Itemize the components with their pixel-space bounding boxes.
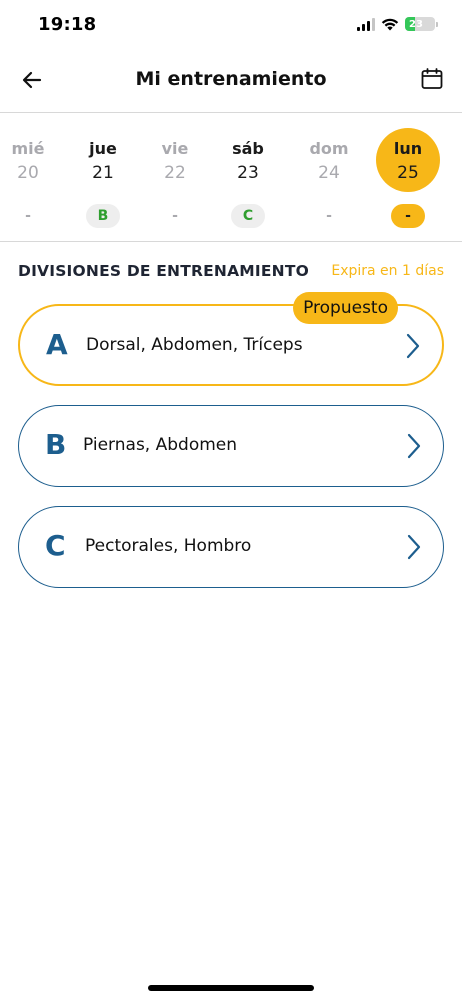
day-division-tag: - [172,208,178,224]
division-letter: A [46,328,68,361]
chevron-right-icon [406,333,420,359]
chevron-right-icon [407,433,421,459]
day-division-tag: - [326,208,332,224]
days-divider [0,241,462,242]
day-item[interactable]: sáb 23 C [218,128,278,228]
day-number: 22 [164,163,186,183]
calendar-icon [421,68,443,89]
day-item[interactable]: dom 24 - [299,128,359,224]
day-division-tag: - [25,208,31,224]
chevron-right-icon [407,534,421,560]
section-title: DIVISIONES DE ENTRENAMIENTO [18,262,309,280]
header-divider [0,112,462,113]
day-name: lun [393,139,423,158]
division-label: Dorsal, Abdomen, Tríceps [86,335,303,355]
status-icons: 23 [357,17,438,31]
proposed-badge: Propuesto [293,292,398,324]
day-number: 25 [397,163,419,183]
division-label: Piernas, Abdomen [83,435,238,455]
division-label: Pectorales, Hombro [85,536,252,556]
day-name: mié [11,139,45,158]
cellular-signal-icon [357,17,375,31]
battery-icon: 23 [405,17,438,31]
wifi-icon [381,18,399,31]
division-card-a[interactable]: Propuesto A Dorsal, Abdomen, Tríceps [18,292,444,386]
day-division-tag: B [86,204,120,228]
day-selector: mié 20 - jue 21 B vie 22 - sáb 23 C dom … [0,128,462,232]
division-letter: B [45,428,67,461]
day-number: 20 [17,163,39,183]
day-item[interactable]: jue 21 B [73,128,133,228]
division-card-b[interactable]: B Piernas, Abdomen [18,405,444,487]
day-item[interactable]: mié 20 - [0,128,58,224]
day-name: vie [161,139,189,158]
status-time: 19:18 [38,14,97,35]
status-bar: 19:18 23 [0,0,462,50]
section-header: DIVISIONES DE ENTRENAMIENTO Expira en 1 … [18,262,444,284]
day-number: 23 [237,163,259,183]
day-number: 24 [318,163,340,183]
page-title: Mi entrenamiento [135,68,327,90]
expiry-text: Expira en 1 días [331,263,444,279]
day-name: dom [309,139,349,158]
division-letter: C [45,529,66,562]
day-item[interactable]: vie 22 - [145,128,205,224]
calendar-button[interactable] [418,65,446,93]
day-division-tag: C [231,204,265,228]
division-card-c[interactable]: C Pectorales, Hombro [18,506,444,588]
day-name: sáb [232,139,264,158]
home-indicator [148,985,314,991]
day-name: jue [89,139,117,158]
battery-level: 23 [409,18,423,30]
day-division-tag: - [391,204,425,228]
day-item-selected[interactable]: lun 25 - [376,128,440,228]
day-number: 21 [92,163,114,183]
app-header: Mi entrenamiento [0,56,462,106]
